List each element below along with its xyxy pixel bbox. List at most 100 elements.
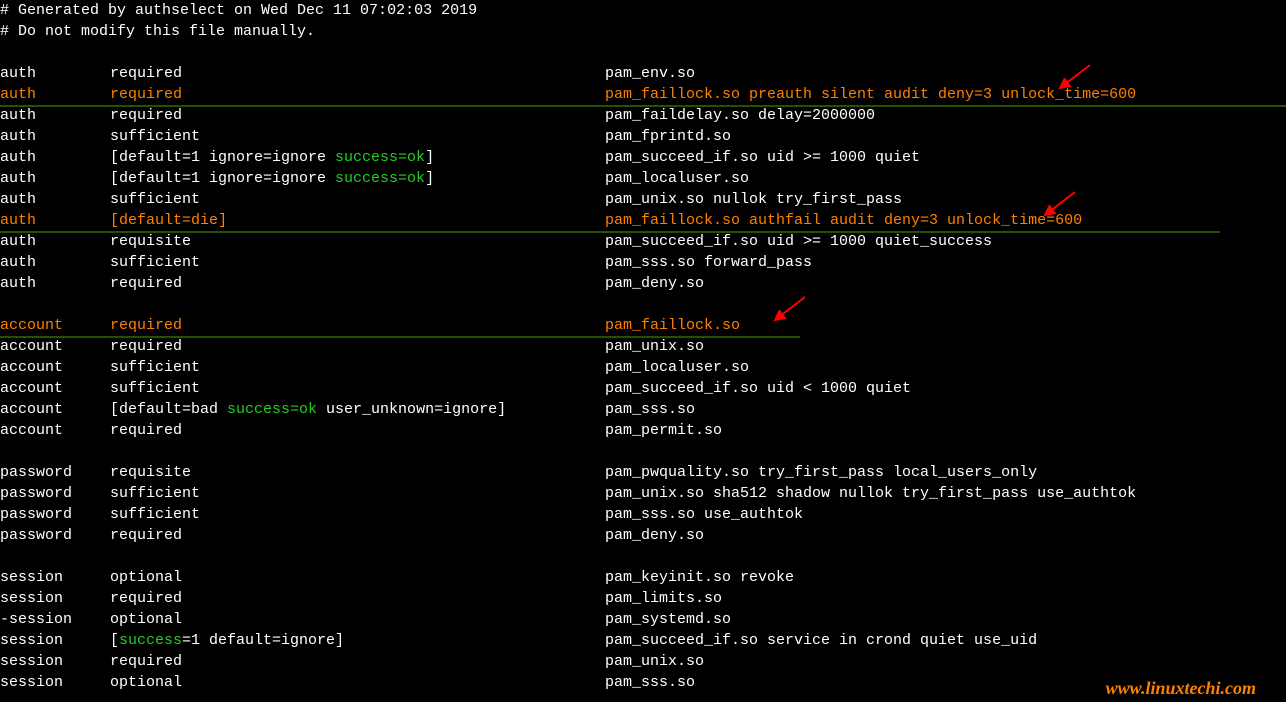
type-col: auth: [0, 63, 110, 84]
type-col: auth: [0, 273, 110, 294]
pam-line: session required pam_limits.so: [0, 588, 1286, 609]
control-col: requisite: [110, 231, 605, 252]
module-col: pam_sss.so: [605, 672, 695, 693]
type-col: session: [0, 588, 110, 609]
module-col: pam_unix.so sha512 shadow nullok try_fir…: [605, 483, 1136, 504]
control-col: optional: [110, 567, 605, 588]
control-col: required: [110, 105, 605, 126]
pam-line: password sufficient pam_sss.so use_autht…: [0, 504, 1286, 525]
pam-line-highlight: account required pam_faillock.so: [0, 315, 1286, 336]
control-col: required: [110, 420, 605, 441]
type-col: auth: [0, 84, 110, 105]
module-col: pam_succeed_if.so uid >= 1000 quiet_succ…: [605, 231, 992, 252]
module-col: pam_faillock.so preauth silent audit den…: [605, 84, 1136, 105]
type-col: password: [0, 483, 110, 504]
underline-icon: [0, 231, 1220, 233]
module-col: pam_env.so: [605, 63, 695, 84]
module-col: pam_succeed_if.so uid >= 1000 quiet: [605, 147, 920, 168]
type-col: auth: [0, 147, 110, 168]
pam-line: password sufficient pam_unix.so sha512 s…: [0, 483, 1286, 504]
control-col: optional: [110, 672, 605, 693]
pam-line-highlight: auth required pam_faillock.so preauth si…: [0, 84, 1286, 105]
module-col: pam_unix.so nullok try_first_pass: [605, 189, 902, 210]
control-col: optional: [110, 609, 605, 630]
type-col: session: [0, 672, 110, 693]
type-col: account: [0, 315, 110, 336]
type-col: auth: [0, 105, 110, 126]
control-col: required: [110, 525, 605, 546]
control-col: required: [110, 84, 605, 105]
module-col: pam_deny.so: [605, 273, 704, 294]
control-col: required: [110, 336, 605, 357]
pam-line: auth sufficient pam_unix.so nullok try_f…: [0, 189, 1286, 210]
type-col: auth: [0, 231, 110, 252]
pam-line: account [default=bad success=ok user_unk…: [0, 399, 1286, 420]
module-col: pam_keyinit.so revoke: [605, 567, 794, 588]
control-col: required: [110, 588, 605, 609]
pam-line: account required pam_permit.so: [0, 420, 1286, 441]
module-col: pam_unix.so: [605, 651, 704, 672]
type-col: auth: [0, 189, 110, 210]
control-col: required: [110, 63, 605, 84]
watermark-text: www.linuxtechi.com: [1106, 678, 1256, 699]
type-col: auth: [0, 126, 110, 147]
pam-line-highlight: auth [default=die] pam_faillock.so authf…: [0, 210, 1286, 231]
blank-line: [0, 546, 1286, 567]
control-col: [default=1 ignore=ignore success=ok]: [110, 147, 605, 168]
pam-line: session [success=1 default=ignore] pam_s…: [0, 630, 1286, 651]
comment-line: # Do not modify this file manually.: [0, 21, 1286, 42]
pam-line: auth requisite pam_succeed_if.so uid >= …: [0, 231, 1286, 252]
module-col: pam_pwquality.so try_first_pass local_us…: [605, 462, 1037, 483]
module-col: pam_faillock.so authfail audit deny=3 un…: [605, 210, 1082, 231]
type-col: session: [0, 567, 110, 588]
module-col: pam_faildelay.so delay=2000000: [605, 105, 875, 126]
control-col: [success=1 default=ignore]: [110, 630, 605, 651]
module-col: pam_fprintd.so: [605, 126, 731, 147]
module-col: pam_succeed_if.so uid < 1000 quiet: [605, 378, 911, 399]
blank-line: [0, 42, 1286, 63]
type-col: account: [0, 357, 110, 378]
control-col: required: [110, 315, 605, 336]
type-col: password: [0, 525, 110, 546]
pam-line: auth sufficient pam_sss.so forward_pass: [0, 252, 1286, 273]
module-col: pam_faillock.so: [605, 315, 740, 336]
control-col: [default=bad success=ok user_unknown=ign…: [110, 399, 605, 420]
type-col: password: [0, 504, 110, 525]
type-col: auth: [0, 210, 110, 231]
terminal-output: # Generated by authselect on Wed Dec 11 …: [0, 0, 1286, 693]
pam-line: session optional pam_keyinit.so revoke: [0, 567, 1286, 588]
control-col: sufficient: [110, 504, 605, 525]
control-col: sufficient: [110, 378, 605, 399]
control-col: sufficient: [110, 483, 605, 504]
type-col: account: [0, 336, 110, 357]
module-col: pam_localuser.so: [605, 168, 749, 189]
control-col: sufficient: [110, 357, 605, 378]
pam-line: auth required pam_env.so: [0, 63, 1286, 84]
pam-line: auth required pam_faildelay.so delay=200…: [0, 105, 1286, 126]
blank-line: [0, 441, 1286, 462]
control-col: sufficient: [110, 189, 605, 210]
type-col: auth: [0, 252, 110, 273]
module-col: pam_sss.so use_authtok: [605, 504, 803, 525]
module-col: pam_localuser.so: [605, 357, 749, 378]
control-col: required: [110, 651, 605, 672]
pam-line: -session optional pam_systemd.so: [0, 609, 1286, 630]
pam-line: password required pam_deny.so: [0, 525, 1286, 546]
pam-line: auth [default=1 ignore=ignore success=ok…: [0, 168, 1286, 189]
type-col: account: [0, 399, 110, 420]
control-col: [default=1 ignore=ignore success=ok]: [110, 168, 605, 189]
comment-line: # Generated by authselect on Wed Dec 11 …: [0, 0, 1286, 21]
control-col: [default=die]: [110, 210, 605, 231]
pam-line: auth required pam_deny.so: [0, 273, 1286, 294]
module-col: pam_sss.so: [605, 399, 695, 420]
blank-line: [0, 294, 1286, 315]
control-col: required: [110, 273, 605, 294]
pam-line: session optional pam_sss.so: [0, 672, 1286, 693]
type-col: session: [0, 630, 110, 651]
pam-line: account required pam_unix.so: [0, 336, 1286, 357]
control-col: sufficient: [110, 126, 605, 147]
module-col: pam_limits.so: [605, 588, 722, 609]
comment-text: # Do not modify this file manually.: [0, 21, 315, 42]
type-col: account: [0, 378, 110, 399]
control-col: sufficient: [110, 252, 605, 273]
